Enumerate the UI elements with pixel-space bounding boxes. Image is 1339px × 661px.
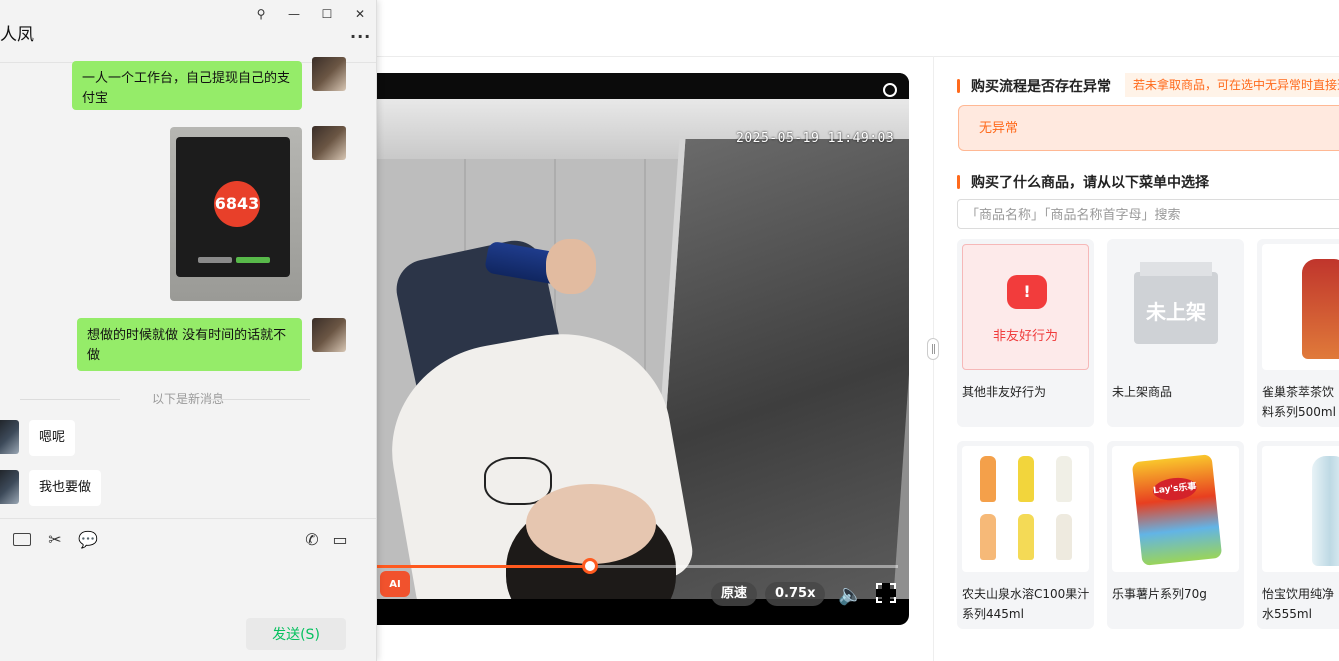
no-abnormal-option[interactable]: 无异常 <box>958 105 1339 151</box>
volume-icon[interactable]: 🔈 <box>838 583 863 605</box>
photo-code-text: 6843 <box>214 194 260 213</box>
send-button[interactable]: 发送(S) <box>246 618 346 650</box>
contact-avatar[interactable] <box>0 420 19 454</box>
juice-bottles-image <box>974 456 1078 562</box>
close-icon[interactable]: ✕ <box>352 6 368 22</box>
scene-person-face <box>526 484 656 564</box>
product-label: 农夫山泉水溶C100果汁系列445ml <box>962 587 1090 621</box>
water-bottle-image <box>1312 456 1339 566</box>
chat-message-outgoing[interactable]: 一人一个工作台，自己提现自己的支付宝 <box>72 61 302 110</box>
maximize-icon[interactable]: ☐ <box>319 6 335 22</box>
product-label: 乐事薯片系列70g <box>1112 587 1207 601</box>
product-card-nongfu-c100[interactable]: 农夫山泉水溶C100果汁系列445ml <box>957 441 1094 629</box>
panel-resize-handle[interactable] <box>927 338 939 360</box>
lays-logo: Lay's乐事 <box>1151 475 1198 503</box>
ai-badge-button[interactable]: AI <box>380 571 410 597</box>
fullscreen-icon[interactable] <box>876 583 896 603</box>
video-progress-fill <box>376 565 591 568</box>
photo-screen: 6843 <box>176 137 290 277</box>
product-image: Lay's乐事 <box>1112 446 1239 572</box>
abnormal-hint: 若未拿取商品，可在选中无异常时直接选 <box>1125 73 1339 97</box>
pin-icon[interactable]: ⚲ <box>253 6 269 22</box>
scissors-icon[interactable]: ✂ <box>45 530 65 550</box>
chat-bubble-icon[interactable]: 💬 <box>78 530 98 550</box>
video-header <box>376 73 909 99</box>
product-image: ! 非友好行为 <box>962 244 1089 370</box>
scene-hand <box>546 239 596 294</box>
chips-bag-image: Lay's乐事 <box>1131 454 1223 566</box>
chat-message-incoming[interactable]: 我也要做 <box>29 470 102 506</box>
contact-avatar[interactable] <box>0 470 19 504</box>
product-image <box>962 446 1089 572</box>
product-image-text: 非友好行为 <box>992 329 1058 344</box>
speed-mode-button[interactable]: 原速 <box>711 582 758 606</box>
products-section-title: 购买了什么商品，请从以下菜单中选择 <box>957 172 1209 192</box>
tea-bottle-image <box>1302 259 1339 359</box>
phone-icon[interactable]: ✆ <box>302 530 322 550</box>
more-options-icon[interactable]: ··· <box>350 27 371 46</box>
self-avatar[interactable] <box>312 57 346 91</box>
folder-icon[interactable] <box>13 533 31 546</box>
warning-triangle-icon: ! <box>1007 275 1047 309</box>
product-image <box>1262 244 1339 370</box>
product-card-nestle-tea[interactable]: 雀巢茶萃茶饮料系列500ml <box>1257 239 1339 427</box>
product-search-input[interactable] <box>957 199 1339 229</box>
product-card-cestbon[interactable]: 怡宝饮用纯净水555ml <box>1257 441 1339 629</box>
chat-window[interactable]: ⚲ — ☐ ✕ 人凤 ··· 一人一个工作台，自己提现自己的支付宝 6843 想… <box>0 0 377 661</box>
product-card-lays[interactable]: Lay's乐事 乐事薯片系列70g <box>1107 441 1244 629</box>
product-label: 雀巢茶萃茶饮料系列500ml <box>1262 385 1336 419</box>
product-label: 未上架商品 <box>1112 385 1173 399</box>
video-frame: 2025-05-19 11:49:03 <box>376 99 909 599</box>
product-card-unlisted[interactable]: 未上架 未上架商品 <box>1107 239 1244 427</box>
box-icon: 未上架 <box>1134 262 1218 344</box>
photo-code-badge: 6843 <box>214 181 260 227</box>
product-image: 未上架 <box>1112 244 1239 370</box>
chat-title: 人凤 <box>0 25 34 45</box>
product-label: 怡宝饮用纯净水555ml <box>1262 587 1335 621</box>
video-player[interactable]: 2025-05-19 11:49:03 AI 原速 0.75x 🔈 <box>376 73 909 625</box>
video-call-icon[interactable]: ▭ <box>330 530 350 550</box>
chat-message-outgoing[interactable]: 想做的时候就做 没有时间的话就不做 <box>77 318 302 371</box>
abnormal-section-title: 购买流程是否存在异常 <box>957 76 1111 96</box>
video-progress-bar[interactable] <box>376 558 898 574</box>
photo-screen-button <box>198 257 232 263</box>
video-progress-thumb[interactable] <box>582 558 599 574</box>
chat-photo-message[interactable]: 6843 <box>170 127 302 301</box>
video-timestamp: 2025-05-19 11:49:03 <box>736 131 895 146</box>
photo-screen-button <box>236 257 270 263</box>
minimize-icon[interactable]: — <box>286 6 302 22</box>
self-avatar[interactable] <box>312 126 346 160</box>
new-messages-separator: 以下是新消息 <box>0 390 376 408</box>
product-image <box>1262 446 1339 572</box>
gear-icon[interactable] <box>883 83 897 97</box>
self-avatar[interactable] <box>312 318 346 352</box>
playback-speed-button[interactable]: 0.75x <box>765 582 826 606</box>
product-label: 其他非友好行为 <box>962 385 1047 399</box>
product-card-unfriendly[interactable]: ! 非友好行为 其他非友好行为 <box>957 239 1094 427</box>
chat-message-incoming[interactable]: 嗯呢 <box>29 420 76 456</box>
input-toolbar-divider <box>0 518 376 519</box>
